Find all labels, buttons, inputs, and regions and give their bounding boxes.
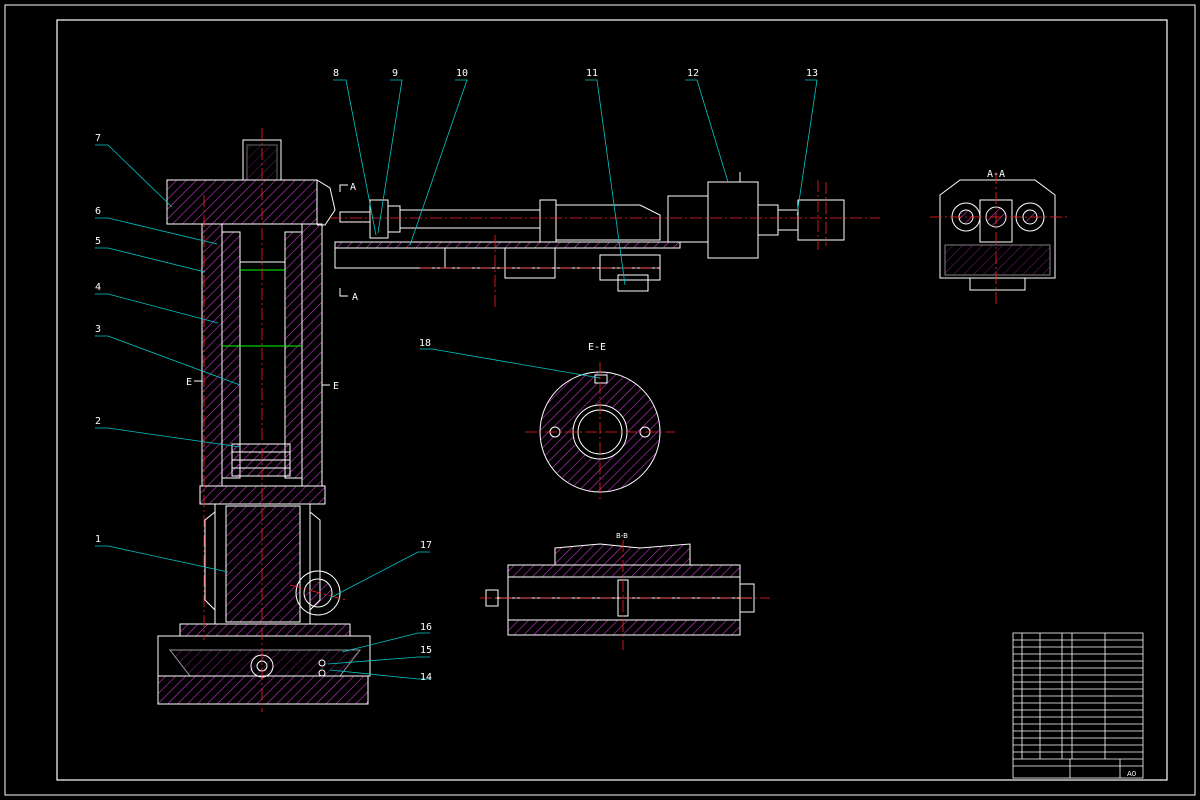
part-label-6: 6 [95,206,101,217]
arm-assembly-view [334,172,845,292]
column-assembly-view [157,139,371,705]
title-block [1012,632,1144,779]
part-label-7: 7 [95,133,101,144]
section-bb-view [485,543,755,636]
part-label-5: 5 [95,236,101,247]
section-ee-left-mark: E [186,377,192,388]
part-label-12: 12 [687,68,699,79]
section-ee-title: E-E [588,342,606,353]
part-label-3: 3 [95,324,101,335]
part-label-13: 13 [806,68,818,79]
section-aa-bottom-label: A [352,292,358,303]
section-bb-title: B-B [616,532,628,540]
part-label-11: 11 [586,68,598,79]
part-label-9: 9 [392,68,398,79]
section-aa-view [939,179,1056,291]
section-aa-top-label: A [350,182,356,193]
part-label-15: 15 [420,645,432,656]
part-label-18: 18 [419,338,431,349]
part-label-4: 4 [95,282,101,293]
part-label-10: 10 [456,68,468,79]
part-label-14: 14 [420,672,432,683]
part-label-17: 17 [420,540,432,551]
engineering-drawing: 7 6 5 4 3 2 1 8 9 10 11 12 13 18 17 16 1… [4,4,1196,796]
section-aa-centerlines [930,172,1070,305]
section-ee-right-mark: E [333,381,339,392]
sheet-size-label: A0 [1127,770,1136,778]
part-label-16: 16 [420,622,432,633]
section-aa-title: A-A [987,169,1005,180]
part-label-1: 1 [95,534,101,545]
part-label-8: 8 [333,68,339,79]
section-ee-view [525,362,675,502]
part-label-2: 2 [95,416,101,427]
